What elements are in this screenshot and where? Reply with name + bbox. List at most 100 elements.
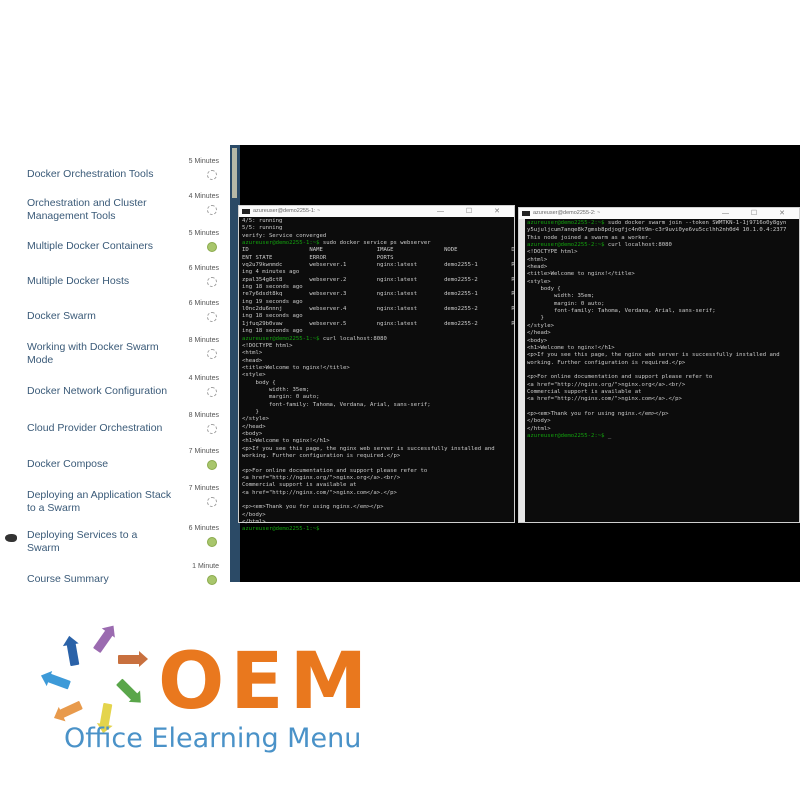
terminal-output[interactable]: azureuser@demo2255-2:~$ sudo docker swar… <box>519 219 799 441</box>
terminal-line: y5ujuljcum7anqe8k7gmsb8pdjogfjc4n0t9m-c3… <box>527 227 787 234</box>
logo-arrow-icon <box>116 678 138 701</box>
terminal-line: <title>Welcome to nginx!</title> <box>527 271 635 278</box>
terminal-line: <title>Welcome to nginx!</title> <box>242 364 350 371</box>
lesson-duration: 4 Minutes <box>188 375 219 382</box>
lesson-title: Cloud Provider Orchestration <box>27 422 163 434</box>
completed-status-icon <box>207 460 217 470</box>
lesson-item[interactable]: Working with Docker Swarm Mode 8 Minutes <box>0 337 230 373</box>
terminal-window-right[interactable]: azureuser@demo2255-2: ~ — ☐ ✕ azureuser@… <box>518 207 800 523</box>
pending-status-icon <box>207 312 217 322</box>
terminal-line: </head> <box>242 423 266 430</box>
lesson-title: Working with Docker Swarm Mode <box>27 341 159 366</box>
terminal-line: body { <box>242 379 276 386</box>
lesson-title: Course Summary <box>27 573 109 585</box>
lesson-title: Multiple Docker Hosts <box>27 275 130 287</box>
lesson-duration: 4 Minutes <box>188 193 219 200</box>
terminal-icon <box>522 211 530 216</box>
terminal-line: <body> <box>242 430 263 437</box>
completed-status-icon <box>207 537 217 547</box>
video-edge-highlight <box>232 148 237 198</box>
terminal-line: <p>For online documentation and support … <box>527 374 713 381</box>
lesson-duration: 5 Minutes <box>188 158 219 165</box>
lesson-item[interactable]: Orchestration and Cluster Management Too… <box>0 193 230 229</box>
lesson-title: Docker Swarm <box>27 310 96 322</box>
lesson-title: Deploying an Application Stack to a Swar… <box>27 489 172 514</box>
terminal-line: Commercial support is available at <box>242 482 357 489</box>
terminal-line: <h1>Welcome to nginx!</h1> <box>527 344 615 351</box>
terminal-line: </html> <box>527 425 551 432</box>
pending-status-icon <box>207 170 217 180</box>
terminal-line: <head> <box>527 264 548 271</box>
lesson-item[interactable]: Deploying Services to a Swarm 6 Minutes <box>0 525 230 561</box>
terminal-line: ing 18 seconds ago <box>242 284 303 291</box>
pending-status-icon <box>207 277 217 287</box>
terminal-title: azureuser@demo2255-1: ~ <box>253 208 321 214</box>
lesson-item[interactable]: Docker Swarm 6 Minutes <box>0 300 230 336</box>
lesson-item[interactable]: Multiple Docker Containers 5 Minutes <box>0 230 230 266</box>
terminal-line: azureuser@demo2255-2:~$ curl localhost:8… <box>527 242 672 249</box>
terminal-line: working. Further configuration is requir… <box>527 359 686 366</box>
window-controls[interactable]: — ☐ ✕ <box>722 208 795 219</box>
terminal-line: <a href="http://nginx.org/">nginx.org</a… <box>242 475 401 482</box>
terminal-title: azureuser@demo2255-2: ~ <box>533 210 601 216</box>
terminal-line: </style> <box>242 416 269 423</box>
logo-arrow-icon <box>59 700 83 719</box>
terminal-line: <head> <box>242 357 263 364</box>
terminal-line: Commercial support is available at <box>527 388 642 395</box>
shell-prompt: azureuser@demo2255-2:~$ <box>527 242 605 249</box>
lesson-duration: 6 Minutes <box>188 525 219 532</box>
terminal-line: <!DOCTYPE html> <box>527 249 578 256</box>
terminal-line: azureuser@demo2255-1:~$ <box>242 526 511 533</box>
logo-arrow-icon <box>66 642 80 667</box>
lesson-item[interactable]: Multiple Docker Hosts 6 Minutes <box>0 265 230 301</box>
terminal-line: l0nc2du6nnnj webserver.4 nginx:latest de… <box>242 306 514 313</box>
shell-prompt: azureuser@demo2255-2:~$ <box>527 432 605 439</box>
terminal-line: } <box>527 315 544 322</box>
terminal-line: </html> <box>242 519 266 526</box>
lesson-title: Docker Orchestration Tools <box>27 168 154 180</box>
shell-prompt: azureuser@demo2255-1:~$ <box>242 526 320 533</box>
terminal-line: width: 35em; <box>242 386 310 393</box>
logo-tagline: Office Elearning Menu <box>64 723 362 754</box>
lesson-item[interactable]: Docker Orchestration Tools 5 Minutes <box>0 158 230 194</box>
terminal-line: } <box>242 408 259 415</box>
terminal-line: <a href="http://nginx.org/">nginx.org</a… <box>527 381 686 388</box>
terminal-line: <p>For online documentation and support … <box>242 467 428 474</box>
terminal-line: <p>If you see this page, the nginx web s… <box>527 352 780 359</box>
terminal-line: </body> <box>527 418 551 425</box>
terminal-line: verify: Service converged <box>242 232 327 239</box>
terminal-line: <body> <box>527 337 548 344</box>
shell-prompt: azureuser@demo2255-1:~$ <box>242 240 320 247</box>
terminal-scrollbar[interactable] <box>519 219 525 522</box>
terminal-titlebar: azureuser@demo2255-2: ~ — ☐ ✕ <box>519 208 799 219</box>
lesson-duration: 6 Minutes <box>188 265 219 272</box>
lesson-item[interactable]: Docker Compose 7 Minutes <box>0 448 230 484</box>
lesson-duration: 7 Minutes <box>188 485 219 492</box>
terminal-line: ing 4 minutes ago <box>242 269 300 276</box>
lesson-title: Deploying Services to a Swarm <box>27 529 138 554</box>
terminal-line: width: 35em; <box>527 293 595 300</box>
terminal-output[interactable]: 4/5: running 5/5: running verify: Service … <box>239 217 514 535</box>
terminal-line: ing 19 seconds ago <box>242 298 303 305</box>
window-controls[interactable]: — ☐ ✕ <box>437 206 510 217</box>
lesson-item[interactable]: Deploying an Application Stack to a Swar… <box>0 485 230 521</box>
terminal-line: <p><em>Thank you for using nginx.</em></… <box>527 410 669 417</box>
terminal-line: vq2u79kwnmdc webserver.1 nginx:latest de… <box>242 262 514 269</box>
pending-status-icon <box>207 205 217 215</box>
completed-status-icon <box>207 575 217 585</box>
lesson-item[interactable]: Course Summary 1 Minute <box>0 563 230 599</box>
logo-acronym: OEM <box>158 637 374 727</box>
terminal-line: azureuser@demo2255-1:~$ curl localhost:8… <box>242 335 387 342</box>
terminal-line: ID NAME IMAGE NODE DESIRED STATE CURR <box>242 247 514 254</box>
terminal-line: 5/5: running <box>242 225 283 232</box>
terminal-window-left[interactable]: azureuser@demo2255-1: ~ — ☐ ✕ 4/5: runni… <box>238 205 515 532</box>
terminal-line: ENT STATE ERROR PORTS <box>242 254 394 261</box>
lesson-item[interactable]: Cloud Provider Orchestration 8 Minutes <box>0 412 230 448</box>
lesson-item[interactable]: Docker Network Configuration 4 Minutes <box>0 375 230 411</box>
shell-prompt: azureuser@demo2255-2:~$ <box>527 220 605 226</box>
terminal-line: <style> <box>242 372 266 379</box>
terminal-line: azureuser@demo2255-2:~$ sudo docker swar… <box>527 220 787 226</box>
terminal-line: body { <box>527 286 561 293</box>
